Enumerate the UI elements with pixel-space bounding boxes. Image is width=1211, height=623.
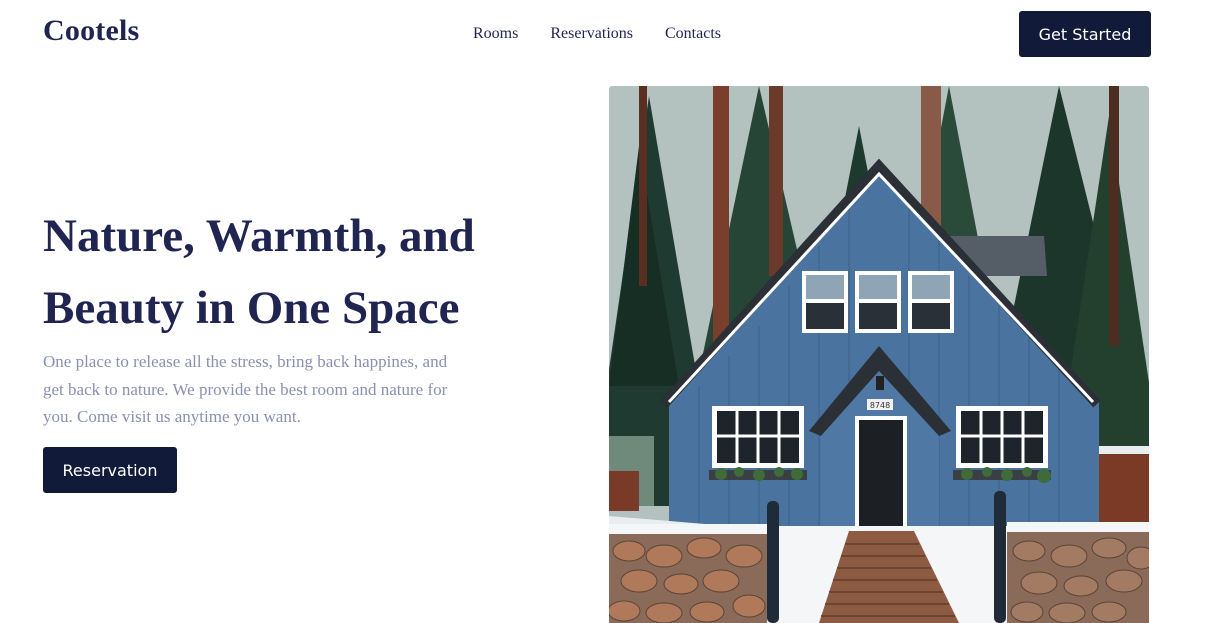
reservation-button[interactable]: Reservation (43, 447, 177, 493)
hero-description: One place to release all the stress, bri… (43, 352, 448, 426)
nav-link-contacts[interactable]: Contacts (665, 25, 721, 43)
hero-image-cabin: 8748 (609, 86, 1149, 623)
main-nav: Rooms Reservations Contacts (473, 25, 753, 43)
nav-link-reservations[interactable]: Reservations (550, 25, 633, 43)
get-started-button[interactable]: Get Started (1019, 11, 1151, 57)
hero-title-line-2: Beauty in One Space (43, 282, 460, 334)
house-number: 8748 (870, 401, 890, 410)
nav-link-rooms[interactable]: Rooms (473, 25, 518, 43)
hero-title-line-1: Nature, Warmth, and (43, 210, 475, 262)
hero-title: Nature, Warmth, and Beauty in One Space (43, 200, 563, 344)
brand-logo[interactable]: Cootels (43, 14, 139, 48)
